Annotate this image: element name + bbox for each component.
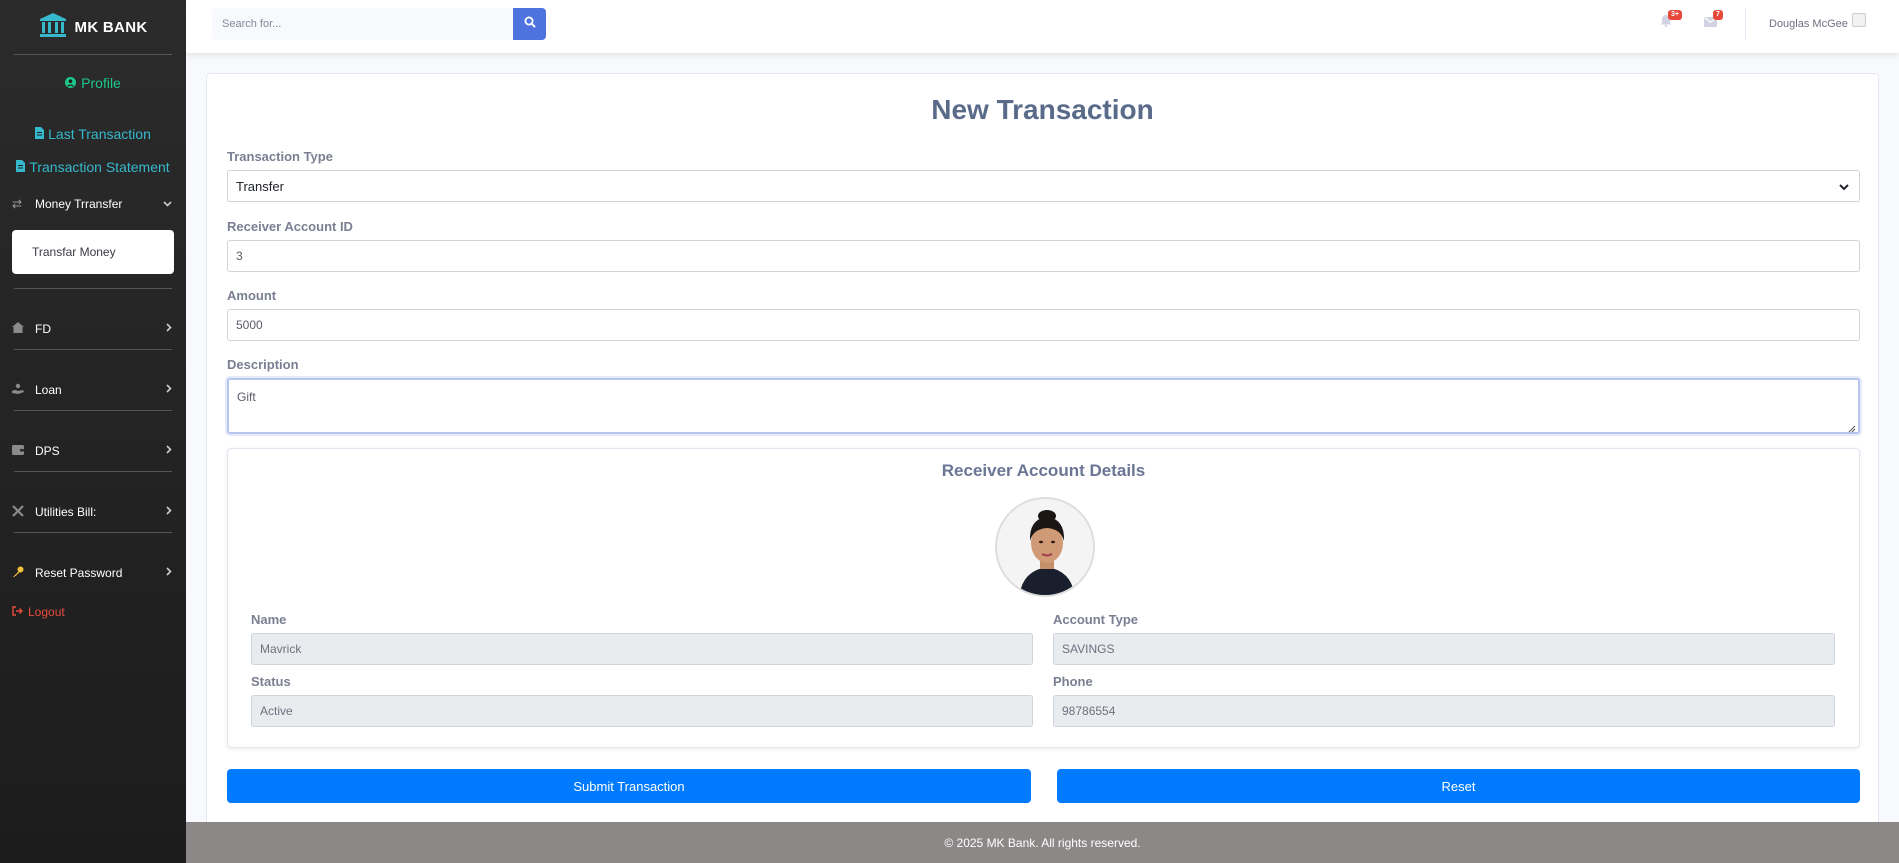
wallet-icon (12, 444, 34, 458)
resize-handle-icon[interactable] (1848, 422, 1856, 433)
sidebar-divider (14, 471, 172, 472)
chevron-right-icon (166, 567, 172, 579)
description-value: Gift (237, 390, 256, 404)
tools-icon (12, 504, 34, 520)
sidebar: MK BANK Profile Last Transaction Transac… (0, 0, 186, 863)
home-icon (12, 322, 34, 336)
user-circle-icon (65, 75, 77, 91)
chevron-down-icon (1839, 179, 1849, 194)
sidebar-item-label: Loan (35, 383, 62, 397)
sidebar-item-label: Reset Password (35, 566, 123, 580)
sidebar-item-last-transaction[interactable]: Last Transaction (0, 123, 186, 145)
alerts-button[interactable]: 3+ (1660, 10, 1682, 32)
key-icon (12, 566, 34, 581)
sidebar-item-dps[interactable]: DPS (0, 431, 186, 471)
amount-label: Amount (227, 288, 277, 303)
sidebar-item-label: DPS (35, 444, 60, 458)
sidebar-item-label: Last Transaction (48, 126, 151, 142)
sidebar-item-label: Utilities Bill: (35, 505, 97, 519)
sidebar-item-label: Money Trransfer (35, 197, 123, 211)
chevron-right-icon (166, 384, 172, 396)
receiver-details-panel: Receiver Account Details Name Mavrick Ac… (227, 448, 1860, 748)
chevron-right-icon (166, 506, 172, 518)
sidebar-divider (14, 349, 172, 350)
sidebar-item-utilities-bill[interactable]: Utilities Bill: (0, 492, 186, 532)
receiver-details-title: Receiver Account Details (941, 461, 1146, 480)
receiver-account-id-label: Receiver Account ID (227, 219, 353, 234)
receiver-account-id-input[interactable]: 3 (227, 240, 1860, 272)
sidebar-item-label: Transaction Statement (29, 159, 170, 175)
file-icon (16, 159, 26, 175)
messages-badge: 7 (1713, 10, 1723, 20)
sidebar-item-reset-password[interactable]: Reset Password (0, 553, 186, 593)
logout-label: Logout (28, 605, 65, 619)
amount-input[interactable]: 5000 (227, 309, 1860, 341)
account-type-label: Account Type (1053, 612, 1138, 627)
sidebar-item-label: Profile (81, 75, 121, 91)
topbar-divider (1745, 8, 1746, 40)
transaction-type-value: Transfer (236, 178, 284, 194)
sidebar-item-money-transfer[interactable]: ⇄ Money Trransfer (0, 184, 186, 224)
phone-field: 98786554 (1053, 695, 1835, 727)
name-field: Mavrick (251, 633, 1033, 665)
name-label: Name (251, 612, 287, 627)
phone-label: Phone (1053, 674, 1093, 689)
receiver-photo (995, 497, 1095, 597)
logout-link[interactable]: Logout (0, 601, 186, 623)
file-icon (35, 126, 45, 142)
reset-button[interactable]: Reset (1057, 769, 1860, 803)
transaction-type-label: Transaction Type (227, 149, 333, 164)
account-type-field: SAVINGS (1053, 633, 1835, 665)
footer-copyright: © 2025 MK Bank. All rights reserved. (944, 835, 1141, 850)
sidebar-item-transaction-statement[interactable]: Transaction Statement (0, 156, 186, 178)
chevron-right-icon (166, 445, 172, 457)
avatar[interactable] (1852, 13, 1866, 27)
search-bar (212, 8, 546, 40)
chevron-down-icon (163, 198, 172, 210)
page-title: New Transaction (931, 94, 1154, 125)
search-input[interactable] (212, 8, 513, 40)
sidebar-item-fd[interactable]: FD (0, 309, 186, 349)
sidebar-divider (14, 532, 172, 533)
hand-icon (12, 383, 34, 397)
sidebar-item-loan[interactable]: Loan (0, 370, 186, 410)
submit-transaction-button[interactable]: Submit Transaction (227, 769, 1031, 803)
submenu-item-transfar-money[interactable]: Transfar Money (12, 230, 174, 274)
search-icon (524, 15, 536, 33)
sidebar-item-profile[interactable]: Profile (0, 71, 186, 95)
brand[interactable]: MK BANK (0, 0, 186, 54)
sign-out-icon (12, 605, 23, 619)
messages-button[interactable]: 7 (1704, 10, 1723, 32)
alerts-badge: 3+ (1668, 10, 1682, 20)
search-button[interactable] (513, 8, 546, 40)
sidebar-divider (14, 288, 172, 289)
brand-name: MK BANK (74, 18, 148, 36)
new-transaction-card: New Transaction Transaction Type Transfe… (206, 73, 1879, 826)
bank-icon (39, 12, 67, 42)
topbar: 3+ 7 Douglas McGee (186, 0, 1899, 53)
sidebar-divider (14, 54, 172, 55)
description-label: Description (227, 357, 299, 372)
status-field: Active (251, 695, 1033, 727)
exchange-icon: ⇄ (12, 197, 23, 211)
footer: © 2025 MK Bank. All rights reserved. (186, 822, 1899, 863)
transaction-type-select[interactable]: Transfer (227, 170, 1860, 202)
chevron-right-icon (166, 323, 172, 335)
sidebar-item-label: FD (35, 322, 51, 336)
sidebar-divider (14, 410, 172, 411)
description-textarea[interactable]: Gift (227, 378, 1860, 434)
status-label: Status (251, 674, 291, 689)
user-name[interactable]: Douglas McGee (1769, 18, 1848, 30)
